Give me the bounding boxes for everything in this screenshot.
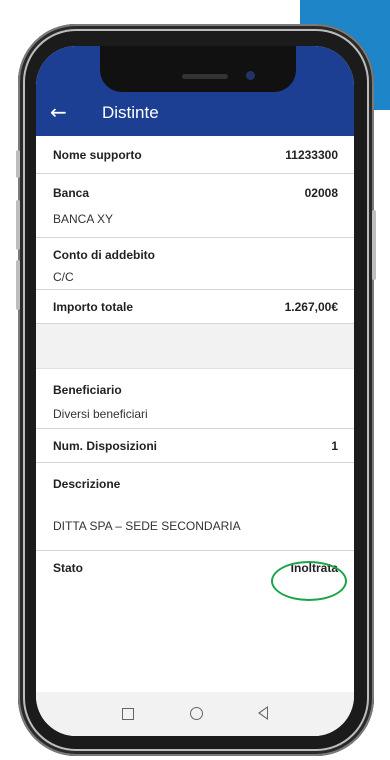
value-banca: 02008	[304, 186, 338, 200]
row-descrizione: Descrizione DITTA SPA – SEDE SECONDARIA	[36, 463, 354, 551]
sub-banca: BANCA XY	[53, 212, 114, 226]
back-triangle-icon[interactable]	[258, 706, 268, 720]
value-importo: 1.267,00€	[284, 300, 338, 314]
label-importo: Importo totale	[53, 300, 133, 314]
row-num-disposizioni: Num. Disposizioni 1	[36, 429, 354, 463]
phone-volume-up-button	[16, 200, 20, 250]
stato-highlight-circle	[271, 561, 347, 601]
row-conto: Conto di addebito C/C	[36, 238, 354, 290]
label-stato: Stato	[53, 561, 83, 575]
label-conto: Conto di addebito	[53, 248, 155, 262]
speaker	[182, 74, 228, 79]
label-num-disposizioni: Num. Disposizioni	[53, 439, 158, 453]
camera	[246, 71, 255, 80]
phone-volume-down-button	[16, 260, 20, 310]
label-descrizione: Descrizione	[53, 477, 121, 491]
value-nome-supporto: 11233300	[285, 148, 338, 162]
row-nome-supporto: Nome supporto 11233300	[36, 136, 354, 174]
arrow-left-icon[interactable]: ←	[50, 102, 67, 122]
sub-beneficiario: Diversi beneficiari	[53, 407, 148, 421]
home-icon[interactable]	[190, 707, 203, 720]
row-banca: Banca 02008 BANCA XY	[36, 174, 354, 238]
label-banca: Banca	[53, 186, 90, 200]
notch	[100, 46, 296, 92]
detail-list: Nome supporto 11233300 Banca 02008 BANCA…	[36, 136, 354, 587]
sub-descrizione: DITTA SPA – SEDE SECONDARIA	[53, 519, 241, 533]
label-nome-supporto: Nome supporto	[53, 148, 142, 162]
page-title: Distinte	[102, 103, 159, 122]
row-importo: Importo totale 1.267,00€	[36, 290, 354, 324]
android-nav-bar	[36, 692, 354, 736]
row-beneficiario: Beneficiario Diversi beneficiari	[36, 369, 354, 429]
sub-conto: C/C	[53, 270, 74, 284]
phone-screen: ← Distinte Nome supporto 11233300 Banca …	[36, 46, 354, 736]
phone-power-button	[372, 210, 376, 280]
label-beneficiario: Beneficiario	[53, 383, 122, 397]
section-separator	[36, 324, 354, 369]
recent-apps-icon[interactable]	[122, 708, 134, 720]
app-bar: ← Distinte	[36, 46, 354, 136]
value-num-disposizioni: 1	[331, 439, 338, 453]
phone-side-button	[16, 150, 20, 178]
